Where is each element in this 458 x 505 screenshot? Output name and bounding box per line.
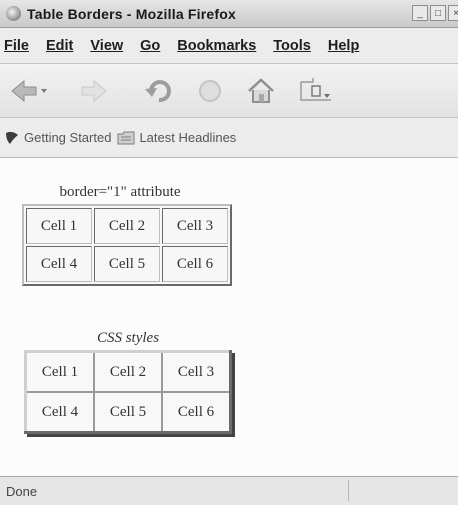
menu-tools[interactable]: Tools <box>273 38 311 54</box>
page-content: border="1" attribute Cell 1 Cell 2 Cell … <box>0 158 458 476</box>
live-bookmark-folder-icon <box>117 131 135 144</box>
attribute-bordered-table: Cell 1 Cell 2 Cell 3 Cell 4 Cell 5 Cell … <box>22 204 232 286</box>
table-cell: Cell 5 <box>93 391 163 434</box>
close-button[interactable]: × <box>448 5 458 21</box>
reload-button[interactable] <box>142 74 176 108</box>
bookmark-latest-headlines[interactable]: Latest Headlines <box>117 130 236 145</box>
address-bar-icon <box>300 78 331 101</box>
status-bar: Done <box>0 476 458 505</box>
table-cell: Cell 2 <box>94 208 160 244</box>
menu-file[interactable]: File <box>4 38 29 54</box>
bookmark-getting-started[interactable]: Getting Started <box>4 130 111 146</box>
table-cell: Cell 1 <box>26 208 92 244</box>
status-text: Done <box>6 483 38 499</box>
table-cell: Cell 3 <box>161 350 232 393</box>
table-cell: Cell 6 <box>162 246 228 282</box>
forward-icon <box>81 79 107 103</box>
status-panel <box>348 480 458 501</box>
bookmark-page-icon <box>6 131 18 144</box>
home-icon <box>248 78 274 103</box>
bookmarks-toolbar: Getting Started Latest Headlines <box>0 118 458 158</box>
stop-icon <box>199 80 221 102</box>
table-cell: Cell 4 <box>24 391 95 434</box>
menu-bookmarks[interactable]: Bookmarks <box>177 38 256 54</box>
firefox-icon <box>6 6 21 21</box>
table-row: Cell 1 Cell 2 Cell 3 <box>24 350 232 393</box>
back-icon <box>11 79 47 103</box>
reload-icon <box>145 80 171 103</box>
table2-caption: CSS styles <box>96 330 160 346</box>
table-cell: Cell 5 <box>94 246 160 282</box>
table-cell: Cell 4 <box>26 246 92 282</box>
css-styled-table: Cell 1 Cell 2 Cell 3 Cell 4 Cell 5 Cell … <box>24 350 232 434</box>
table1-caption: border="1" attribute <box>59 184 181 200</box>
menu-bar: File Edit View Go Bookmarks Tools Help <box>0 28 458 64</box>
window-controls: _ □ × <box>412 5 458 21</box>
table-row: Cell 4 Cell 5 Cell 6 <box>26 246 228 282</box>
stop-button[interactable] <box>194 75 226 107</box>
menu-go[interactable]: Go <box>140 38 160 54</box>
bookmark-label: Latest Headlines <box>139 130 237 145</box>
navigation-toolbar <box>0 64 458 118</box>
table-cell: Cell 2 <box>93 350 163 393</box>
menu-edit[interactable]: Edit <box>46 38 73 54</box>
menu-help[interactable]: Help <box>328 38 359 54</box>
minimize-button[interactable]: _ <box>412 5 428 21</box>
menu-view[interactable]: View <box>90 38 123 54</box>
table-row: Cell 1 Cell 2 Cell 3 <box>26 208 228 244</box>
maximize-button[interactable]: □ <box>430 5 446 21</box>
table-cell: Cell 6 <box>161 391 232 434</box>
forward-button[interactable] <box>78 76 118 106</box>
back-button[interactable] <box>8 76 48 106</box>
table-cell: Cell 3 <box>162 208 228 244</box>
home-button[interactable] <box>244 74 278 108</box>
table-cell: Cell 1 <box>24 350 95 393</box>
address-bar[interactable] <box>298 76 338 106</box>
title-bar: Table Borders - Mozilla Firefox _ □ × <box>0 0 458 28</box>
bookmark-label: Getting Started <box>24 130 112 145</box>
window-title: Table Borders - Mozilla Firefox <box>27 5 236 22</box>
table-row: Cell 4 Cell 5 Cell 6 <box>24 391 232 434</box>
